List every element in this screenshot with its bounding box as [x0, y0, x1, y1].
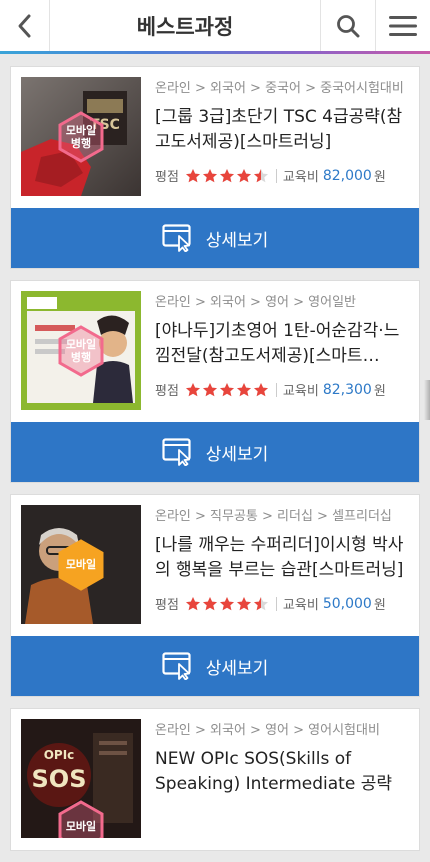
badge-text: 모바일	[65, 558, 97, 571]
currency: 원	[373, 384, 386, 399]
svg-text:SOS: SOS	[32, 765, 87, 793]
course-thumbnail[interactable]: TSC 모바일 병행	[21, 77, 141, 196]
scroll-indicator[interactable]	[424, 380, 430, 420]
breadcrumb: 온라인 > 직무공통 > 리더십 > 셀프리더십	[155, 509, 392, 524]
detail-button-label: 상세보기	[205, 230, 269, 251]
badge-text: 모바일	[65, 819, 97, 833]
course-card: 모바일 병행 온라인 > 외국어 > 영어 > 영어일반 [야나두]기초영어 1탄…	[10, 280, 420, 483]
course-card: TSC 모바일 병행 온라인 > 외국어 > 중국어 > 중국어시험대비 [그룹 …	[10, 66, 420, 269]
rating-label: 평점	[155, 384, 179, 399]
mobile-badge: 모바일 병행	[58, 110, 104, 163]
star-icon	[219, 382, 234, 396]
search-icon	[337, 14, 360, 37]
mobile-badge: 모바일 병행	[58, 324, 104, 377]
divider	[275, 596, 277, 611]
cursor-window-icon	[162, 224, 194, 252]
fee-label: 교육비	[282, 170, 319, 185]
divider	[275, 168, 277, 183]
course-card: OPIc SOS 모바일 온라인 > 외국어 > 영어 > 영어시험대비 NEW…	[10, 708, 420, 851]
star-icon	[219, 596, 234, 610]
rating-stars	[185, 596, 270, 612]
course-title[interactable]: [나를 깨우는 수퍼리더]이시형 박사의 행복을 부르는 습관[스마트러닝]	[155, 533, 411, 583]
badge-text: 모바일	[65, 123, 97, 137]
page-title: 베스트과정	[136, 14, 234, 39]
star-icon	[236, 596, 251, 610]
mobile-badge: 모바일	[58, 800, 104, 838]
star-icon	[253, 382, 268, 396]
rating-stars	[185, 382, 270, 398]
back-button[interactable]	[0, 0, 50, 51]
breadcrumb: 온라인 > 외국어 > 영어 > 영어일반	[155, 295, 356, 310]
chevron-left-icon	[18, 14, 30, 37]
cursor-window-icon	[162, 652, 194, 680]
detail-button-label: 상세보기	[205, 658, 269, 679]
cursor-window-icon	[162, 438, 194, 466]
header-gradient-bar	[0, 51, 430, 54]
svg-text:OPIc: OPIc	[44, 748, 75, 762]
detail-button[interactable]: 상세보기	[11, 636, 419, 696]
fee-value: 82,000	[322, 167, 372, 184]
currency: 원	[373, 170, 386, 185]
detail-button-label: 상세보기	[205, 444, 269, 465]
star-icon	[185, 382, 200, 396]
course-list: TSC 모바일 병행 온라인 > 외국어 > 중국어 > 중국어시험대비 [그룹 …	[10, 66, 420, 862]
menu-button[interactable]	[375, 0, 430, 51]
mobile-badge: 모바일	[58, 538, 104, 591]
hamburger-menu-icon	[389, 15, 417, 36]
star-icon	[253, 168, 268, 182]
course-thumbnail[interactable]: OPIc SOS 모바일	[21, 719, 141, 838]
star-icon	[202, 596, 217, 610]
star-icon	[185, 168, 200, 182]
breadcrumb: 온라인 > 외국어 > 영어 > 영어시험대비	[155, 723, 380, 738]
course-meta: 평점 교육비 82,000 원	[155, 166, 413, 186]
course-meta: 평점 교육비 50,000 원	[155, 594, 413, 614]
course-title[interactable]: [그룹 3급]초단기 TSC 4급공략(참고도서제공)[스마트러닝]	[155, 105, 411, 155]
fee-value: 82,300	[322, 381, 372, 398]
course-thumbnail[interactable]: 모바일	[21, 505, 141, 624]
fee-label: 교육비	[282, 384, 319, 399]
badge-text: 모바일	[65, 337, 97, 351]
detail-button[interactable]: 상세보기	[11, 208, 419, 268]
course-thumbnail[interactable]: 모바일 병행	[21, 291, 141, 410]
star-icon	[236, 382, 251, 396]
rating-label: 평점	[155, 170, 179, 185]
course-meta: 평점 교육비 82,300 원	[155, 380, 413, 400]
currency: 원	[373, 598, 386, 613]
course-title[interactable]: [야나두]기초영어 1탄-어순감각·느낌전달(참고도서제공)[스마트…	[155, 319, 411, 369]
detail-button[interactable]: 상세보기	[11, 422, 419, 482]
app-header: 베스트과정	[0, 0, 430, 54]
star-icon	[253, 596, 268, 610]
star-icon	[236, 168, 251, 182]
star-icon	[202, 382, 217, 396]
divider	[275, 382, 277, 397]
badge-text: 병행	[70, 350, 92, 364]
course-card: 모바일 온라인 > 직무공통 > 리더십 > 셀프리더십 [나를 깨우는 수퍼리…	[10, 494, 420, 697]
search-button[interactable]	[320, 0, 375, 51]
breadcrumb: 온라인 > 외국어 > 중국어 > 중국어시험대비	[155, 81, 404, 96]
fee-label: 교육비	[282, 598, 319, 613]
star-icon	[219, 168, 234, 182]
course-title[interactable]: NEW OPIc SOS(Skills of Speaking) Interme…	[155, 747, 411, 797]
rating-label: 평점	[155, 598, 179, 613]
fee-value: 50,000	[322, 595, 372, 612]
rating-stars	[185, 168, 270, 184]
star-icon	[202, 168, 217, 182]
badge-text: 병행	[70, 136, 92, 150]
star-icon	[185, 596, 200, 610]
